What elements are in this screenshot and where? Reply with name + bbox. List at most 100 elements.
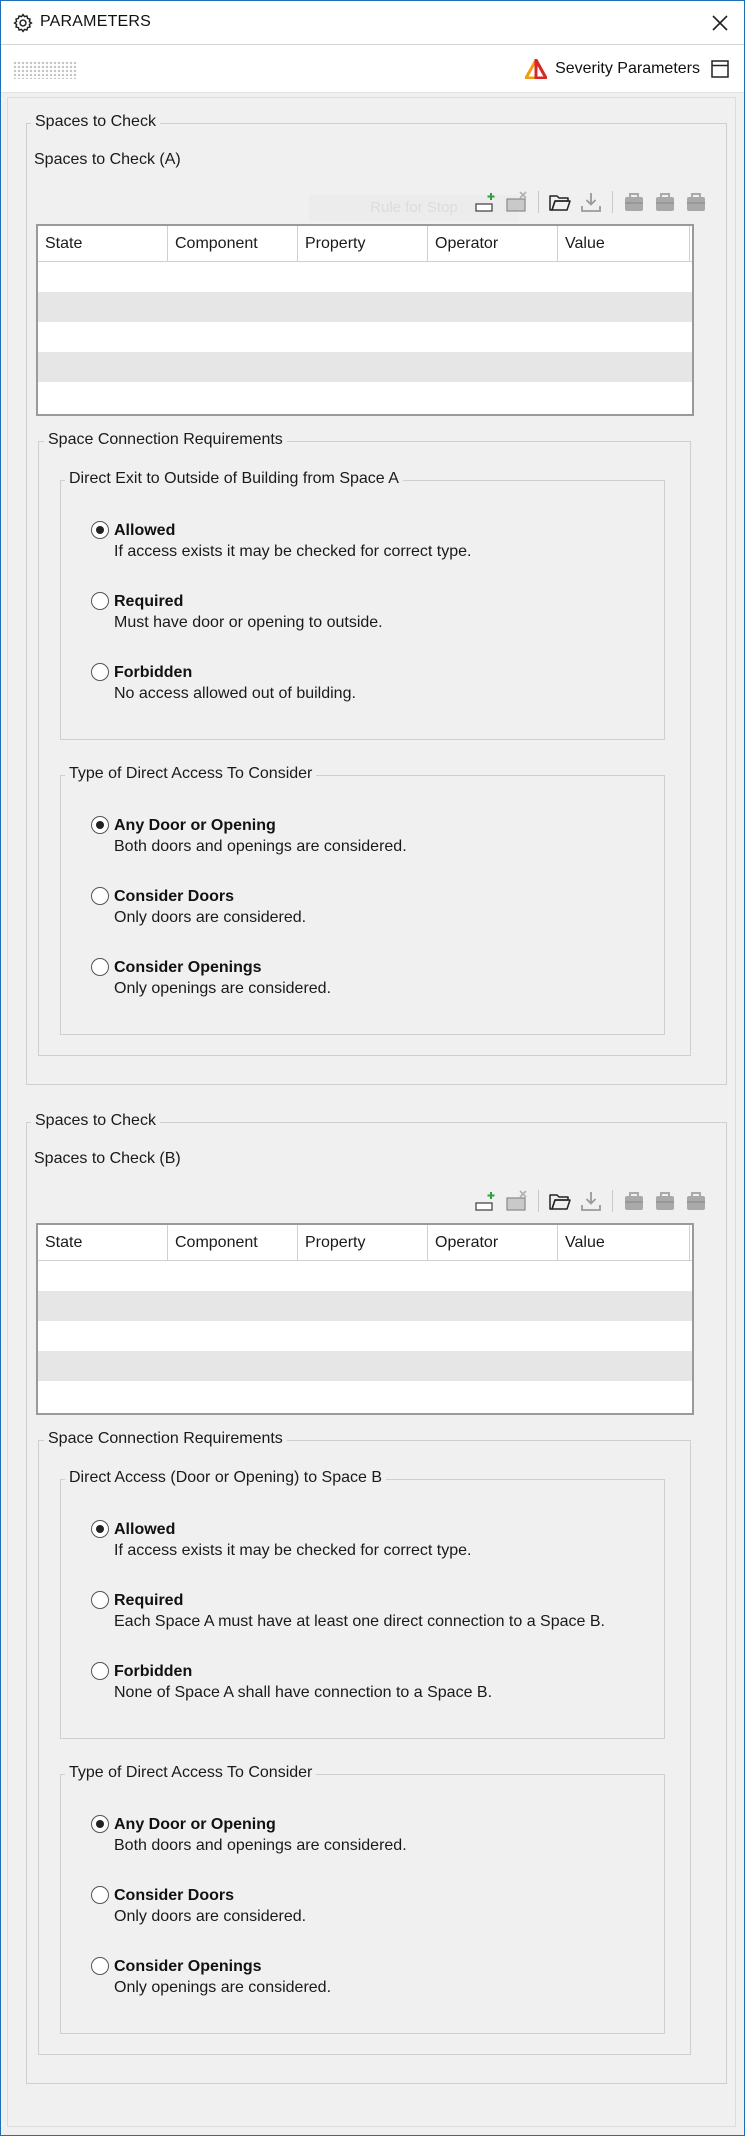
radio-button[interactable]	[91, 816, 109, 834]
window-title: PARAMETERS	[40, 13, 152, 30]
briefcase-icon[interactable]	[653, 1189, 677, 1213]
radio-title: Forbidden	[114, 1663, 193, 1680]
column-header-value[interactable]: Value	[558, 226, 690, 261]
close-icon[interactable]	[708, 11, 732, 35]
radio-consider-doors[interactable]: Consider Doors Only doors are considered…	[91, 886, 306, 929]
radio-title: Required	[114, 593, 184, 610]
briefcase-icon[interactable]	[622, 1189, 646, 1213]
radio-button[interactable]	[91, 1662, 109, 1680]
parameters-window: PARAMETERS Severity Parameters Spaces to…	[0, 0, 745, 2136]
radio-button[interactable]	[91, 887, 109, 905]
radio-button[interactable]	[91, 1886, 109, 1904]
radio-description: Both doors and openings are considered.	[114, 1837, 407, 1854]
radio-consider-openings[interactable]: Consider Openings Only openings are cons…	[91, 1956, 331, 1999]
table-row[interactable]	[38, 1291, 692, 1321]
column-header-operator[interactable]: Operator	[428, 226, 558, 261]
column-header-value[interactable]: Value	[558, 1225, 690, 1260]
rules-table-a[interactable]: State Component Property Operator Value	[36, 224, 694, 416]
table-header: State Component Property Operator Value	[38, 1225, 692, 1261]
column-header-operator[interactable]: Operator	[428, 1225, 558, 1260]
spaces-to-check-a-legend: Spaces to Check	[31, 113, 160, 131]
space-connection-requirements-b: Space Connection Requirements Direct Acc…	[38, 1430, 691, 2055]
open-folder-icon[interactable]	[548, 190, 572, 214]
radio-any-door-or-opening[interactable]: Any Door or Opening Both doors and openi…	[91, 815, 407, 858]
briefcase-icon[interactable]	[622, 190, 646, 214]
radio-access-required[interactable]: Required Each Space A must have at least…	[91, 1590, 605, 1633]
space-connection-legend: Space Connection Requirements	[44, 431, 287, 449]
access-type-group-b: Type of Direct Access To Consider Any Do…	[60, 1764, 665, 2034]
spaces-to-check-b-label: Spaces to Check (B)	[34, 1150, 181, 1167]
table-header: State Component Property Operator Value	[38, 226, 692, 262]
radio-button[interactable]	[91, 592, 109, 610]
table-row[interactable]	[38, 382, 692, 412]
rules-table-b[interactable]: State Component Property Operator Value	[36, 1223, 694, 1415]
radio-button[interactable]	[91, 663, 109, 681]
table-row[interactable]	[38, 262, 692, 292]
access-type-legend: Type of Direct Access To Consider	[65, 1764, 317, 1782]
radio-exit-forbidden[interactable]: Forbidden No access allowed out of build…	[91, 662, 356, 705]
radio-title: Consider Doors	[114, 888, 235, 905]
table-row[interactable]	[38, 352, 692, 382]
space-connection-legend: Space Connection Requirements	[44, 1430, 287, 1448]
radio-button[interactable]	[91, 521, 109, 539]
grip-icon[interactable]	[13, 61, 77, 79]
toolbar-separator	[538, 191, 539, 213]
table-b-toolbar	[467, 1188, 708, 1214]
radio-description: Must have door or opening to outside.	[114, 614, 383, 631]
radio-description: If access exists it may be checked for c…	[114, 1542, 472, 1559]
table-row[interactable]	[38, 1261, 692, 1291]
table-row[interactable]	[38, 1351, 692, 1381]
radio-button[interactable]	[91, 1957, 109, 1975]
column-header-property[interactable]: Property	[298, 1225, 428, 1260]
toolbar-separator	[612, 1190, 613, 1212]
column-header-component[interactable]: Component	[168, 226, 298, 261]
layout-panel-icon[interactable]	[710, 59, 730, 79]
radio-exit-required[interactable]: Required Must have door or opening to ou…	[91, 591, 383, 634]
severity-parameters-label: Severity Parameters	[555, 60, 700, 77]
column-header-property[interactable]: Property	[298, 226, 428, 261]
toolbar-separator	[612, 191, 613, 213]
briefcase-icon[interactable]	[653, 190, 677, 214]
direct-access-group: Direct Access (Door or Opening) to Space…	[60, 1469, 665, 1739]
add-row-icon[interactable]	[474, 190, 498, 214]
column-header-component[interactable]: Component	[168, 1225, 298, 1260]
radio-access-forbidden[interactable]: Forbidden None of Space A shall have con…	[91, 1661, 492, 1704]
severity-parameters-button[interactable]: Severity Parameters	[525, 57, 700, 81]
radio-title: Required	[114, 1592, 184, 1609]
radio-button[interactable]	[91, 1591, 109, 1609]
radio-access-allowed[interactable]: Allowed If access exists it may be check…	[91, 1519, 471, 1562]
direct-access-legend: Direct Access (Door or Opening) to Space…	[65, 1469, 387, 1487]
radio-consider-doors[interactable]: Consider Doors Only doors are considered…	[91, 1885, 306, 1928]
table-row[interactable]	[38, 1321, 692, 1351]
table-row[interactable]	[38, 322, 692, 352]
access-type-legend: Type of Direct Access To Consider	[65, 765, 317, 783]
spaces-to-check-a-group: Spaces to Check Spaces to Check (A) Rule…	[26, 113, 727, 1085]
radio-button[interactable]	[91, 1520, 109, 1538]
radio-description: Each Space A must have at least one dire…	[114, 1613, 605, 1630]
briefcase-icon[interactable]	[684, 190, 708, 214]
radio-description: None of Space A shall have connection to…	[114, 1684, 493, 1701]
download-icon[interactable]	[579, 1189, 603, 1213]
delete-row-icon[interactable]	[505, 1189, 529, 1213]
table-row[interactable]	[38, 1381, 692, 1411]
radio-title: Consider Doors	[114, 1887, 235, 1904]
access-type-group-a: Type of Direct Access To Consider Any Do…	[60, 765, 665, 1035]
radio-title: Consider Openings	[114, 959, 262, 976]
radio-exit-allowed[interactable]: Allowed If access exists it may be check…	[91, 520, 471, 563]
table-a-toolbar	[467, 189, 708, 215]
download-icon[interactable]	[579, 190, 603, 214]
briefcase-icon[interactable]	[684, 1189, 708, 1213]
radio-consider-openings[interactable]: Consider Openings Only openings are cons…	[91, 957, 331, 1000]
table-row[interactable]	[38, 292, 692, 322]
direct-exit-group: Direct Exit to Outside of Building from …	[60, 470, 665, 740]
spaces-to-check-a-label: Spaces to Check (A)	[34, 151, 181, 168]
column-header-state[interactable]: State	[38, 226, 168, 261]
delete-row-icon[interactable]	[505, 190, 529, 214]
radio-button[interactable]	[91, 1815, 109, 1833]
add-row-icon[interactable]	[474, 1189, 498, 1213]
open-folder-icon[interactable]	[548, 1189, 572, 1213]
radio-description: If access exists it may be checked for c…	[114, 543, 472, 560]
radio-button[interactable]	[91, 958, 109, 976]
radio-any-door-or-opening[interactable]: Any Door or Opening Both doors and openi…	[91, 1814, 407, 1857]
column-header-state[interactable]: State	[38, 1225, 168, 1260]
